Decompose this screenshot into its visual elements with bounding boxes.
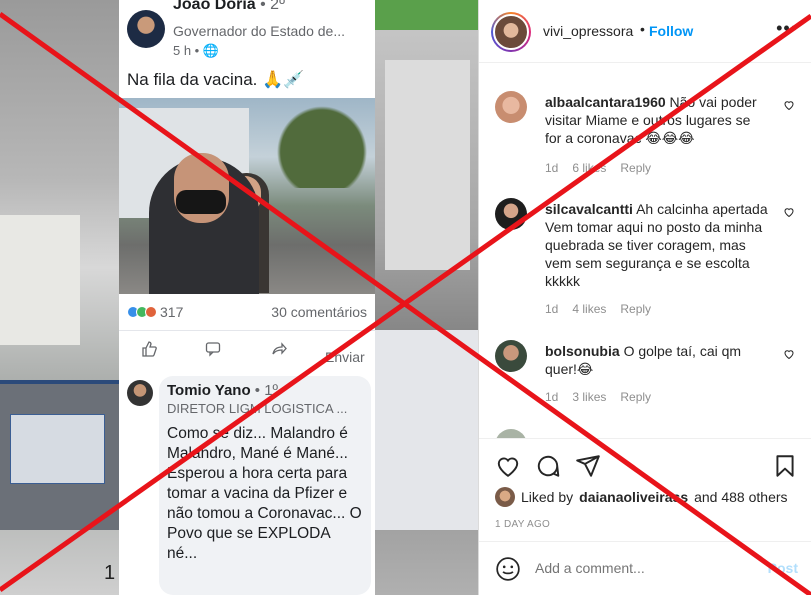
background-paper	[385, 60, 470, 270]
fb-like-icon	[141, 341, 157, 360]
fb-commenter-line: Tomio Yano • 1º	[167, 382, 363, 399]
ig-comment-time[interactable]: 1d	[545, 161, 558, 175]
ig-comment-meta: 1d 4 likes Reply	[545, 302, 665, 316]
fb-post-time: 5 h • 🌐	[173, 43, 219, 59]
background-left-blurred: 1	[0, 0, 119, 595]
fb-author-role: Governador do Estado de...	[173, 23, 345, 39]
share-direct-icon[interactable]	[575, 453, 601, 479]
fb-share-icon	[271, 341, 287, 360]
heart-icon[interactable]	[783, 206, 795, 218]
share-arrow-icon	[272, 342, 287, 355]
ig-commenter-avatar[interactable]	[495, 429, 527, 438]
ig-story-ring[interactable]	[491, 12, 531, 52]
ig-comment-body: albaalcantara1960 Não vai poder visitar …	[545, 93, 769, 147]
fb-post-time-text: 5 h •	[173, 43, 203, 58]
ig-comment-time[interactable]: 1d	[545, 390, 558, 404]
ig-commenter-username[interactable]: albaalcantara1960	[545, 94, 666, 110]
ig-comment-meta: 1d 6 likes Reply	[545, 161, 665, 175]
fb-comment-icon	[205, 341, 221, 360]
ig-comment-body: silcavalcantti Ah calcinha apertada Vem …	[545, 200, 769, 290]
fb-commenter-role: DIRETOR LIGM LOGISTICA ...	[167, 401, 348, 416]
background-number: 1	[104, 562, 116, 584]
ig-commenter-username[interactable]: bolsonubia	[545, 343, 620, 359]
fb-comment-bubble: Tomio Yano • 1º DIRETOR LIGM LOGISTICA .…	[159, 376, 371, 595]
photo-tree	[269, 98, 375, 188]
ig-reply-button[interactable]: Reply	[620, 390, 651, 404]
more-options-icon[interactable]: •••	[776, 18, 798, 39]
globe-icon: 🌐	[202, 43, 220, 58]
fb-author-avatar	[127, 10, 165, 48]
background-right-blurred	[375, 0, 478, 595]
fb-post-photo	[119, 98, 375, 294]
thumbs-up-icon	[142, 341, 157, 357]
fb-post-header: João Doria • 2º Governador do Estado de.…	[119, 0, 375, 65]
ig-comment-meta: 1d 3 likes Reply	[545, 390, 665, 404]
fb-action-bar: Enviar	[119, 330, 375, 370]
background-screen-2	[375, 330, 478, 530]
heart-icon[interactable]	[783, 99, 795, 111]
ig-liker-avatar[interactable]	[495, 487, 515, 507]
liked-by-prefix: Liked by	[521, 489, 574, 505]
ig-commenter-avatar[interactable]	[495, 198, 527, 230]
background-screen	[0, 380, 119, 530]
heart-icon[interactable]	[783, 348, 795, 360]
ig-reply-button[interactable]: Reply	[620, 302, 651, 316]
reaction-count: 317	[160, 304, 184, 320]
fb-author-name: João Doria	[173, 0, 256, 13]
love-reaction-icon	[145, 306, 157, 318]
fb-author-line: João Doria • 2º	[173, 0, 285, 14]
ig-reply-button[interactable]: Reply	[620, 161, 651, 175]
ig-post-date[interactable]: 1 DAY AGO	[495, 519, 550, 530]
instagram-comments-panel: vivi_opressora • Follow ••• albaalcantar…	[478, 0, 811, 595]
ig-action-section: Liked by daianaoliveirass and 488 others…	[479, 438, 811, 548]
add-comment-input[interactable]	[535, 560, 755, 576]
background-document	[0, 215, 80, 345]
photo-face-mask	[176, 190, 226, 214]
liked-by-others[interactable]: and 488 others	[694, 489, 787, 505]
fb-reactions: 317	[127, 304, 183, 320]
background-green-bar	[375, 0, 478, 30]
ig-liked-by: Liked by daianaoliveirass and 488 others	[495, 487, 788, 507]
shared-image: 1 João Doria • 2º Governador do Estado d…	[0, 0, 478, 595]
ig-comment-time[interactable]: 1d	[545, 302, 558, 316]
ig-commenter-avatar[interactable]	[495, 340, 527, 372]
facebook-post-screenshot: João Doria • 2º Governador do Estado de.…	[119, 0, 375, 595]
liked-by-username[interactable]: daianaoliveirass	[579, 489, 688, 505]
ig-author-username[interactable]: vivi_opressora	[543, 23, 633, 39]
ig-commenter-username[interactable]: silcavalcantti	[545, 201, 633, 217]
ig-comment-list[interactable]: albaalcantara1960 Não vai poder visitar …	[479, 63, 811, 438]
fb-author-degree: • 2º	[255, 0, 285, 13]
fb-send-label: Enviar	[325, 349, 365, 365]
ig-comment-likes[interactable]: 3 likes	[572, 390, 606, 404]
ig-author-avatar[interactable]	[493, 14, 529, 50]
bookmark-save-icon[interactable]	[772, 453, 798, 479]
ig-commenter-avatar[interactable]	[495, 91, 527, 123]
fb-comment-text: Como se diz... Malandro é Malandro, Mané…	[167, 425, 362, 562]
ig-header-dot: •	[640, 21, 645, 37]
heart-like-icon[interactable]	[495, 453, 521, 479]
fb-post-text: Na fila da vacina. 🙏💉	[127, 70, 305, 89]
fb-commenter-avatar	[127, 380, 153, 406]
ig-comment-likes[interactable]: 6 likes	[572, 161, 606, 175]
comment-bubble-icon	[205, 342, 221, 357]
emoji-smiley-icon[interactable]	[495, 556, 521, 582]
post-comment-button[interactable]: Post	[768, 560, 798, 576]
ig-post-header: vivi_opressora • Follow •••	[479, 0, 811, 63]
fb-comments-count: 30 comentários	[271, 304, 367, 320]
ig-comment-likes[interactable]: 4 likes	[572, 302, 606, 316]
follow-button[interactable]: Follow	[649, 23, 693, 39]
comment-icon[interactable]	[535, 453, 561, 479]
ig-add-comment-bar: Post	[479, 541, 811, 595]
ig-comment-body: bolsonubia O golpe taí, cai qm quer!😂	[545, 342, 769, 378]
fb-commenter-name: Tomio Yano	[167, 382, 251, 399]
fb-commenter-degree: • 1º	[250, 382, 279, 399]
background-dialog	[10, 414, 105, 484]
fb-comment: Tomio Yano • 1º DIRETOR LIGM LOGISTICA .…	[119, 372, 375, 595]
reaction-icons	[127, 306, 157, 318]
